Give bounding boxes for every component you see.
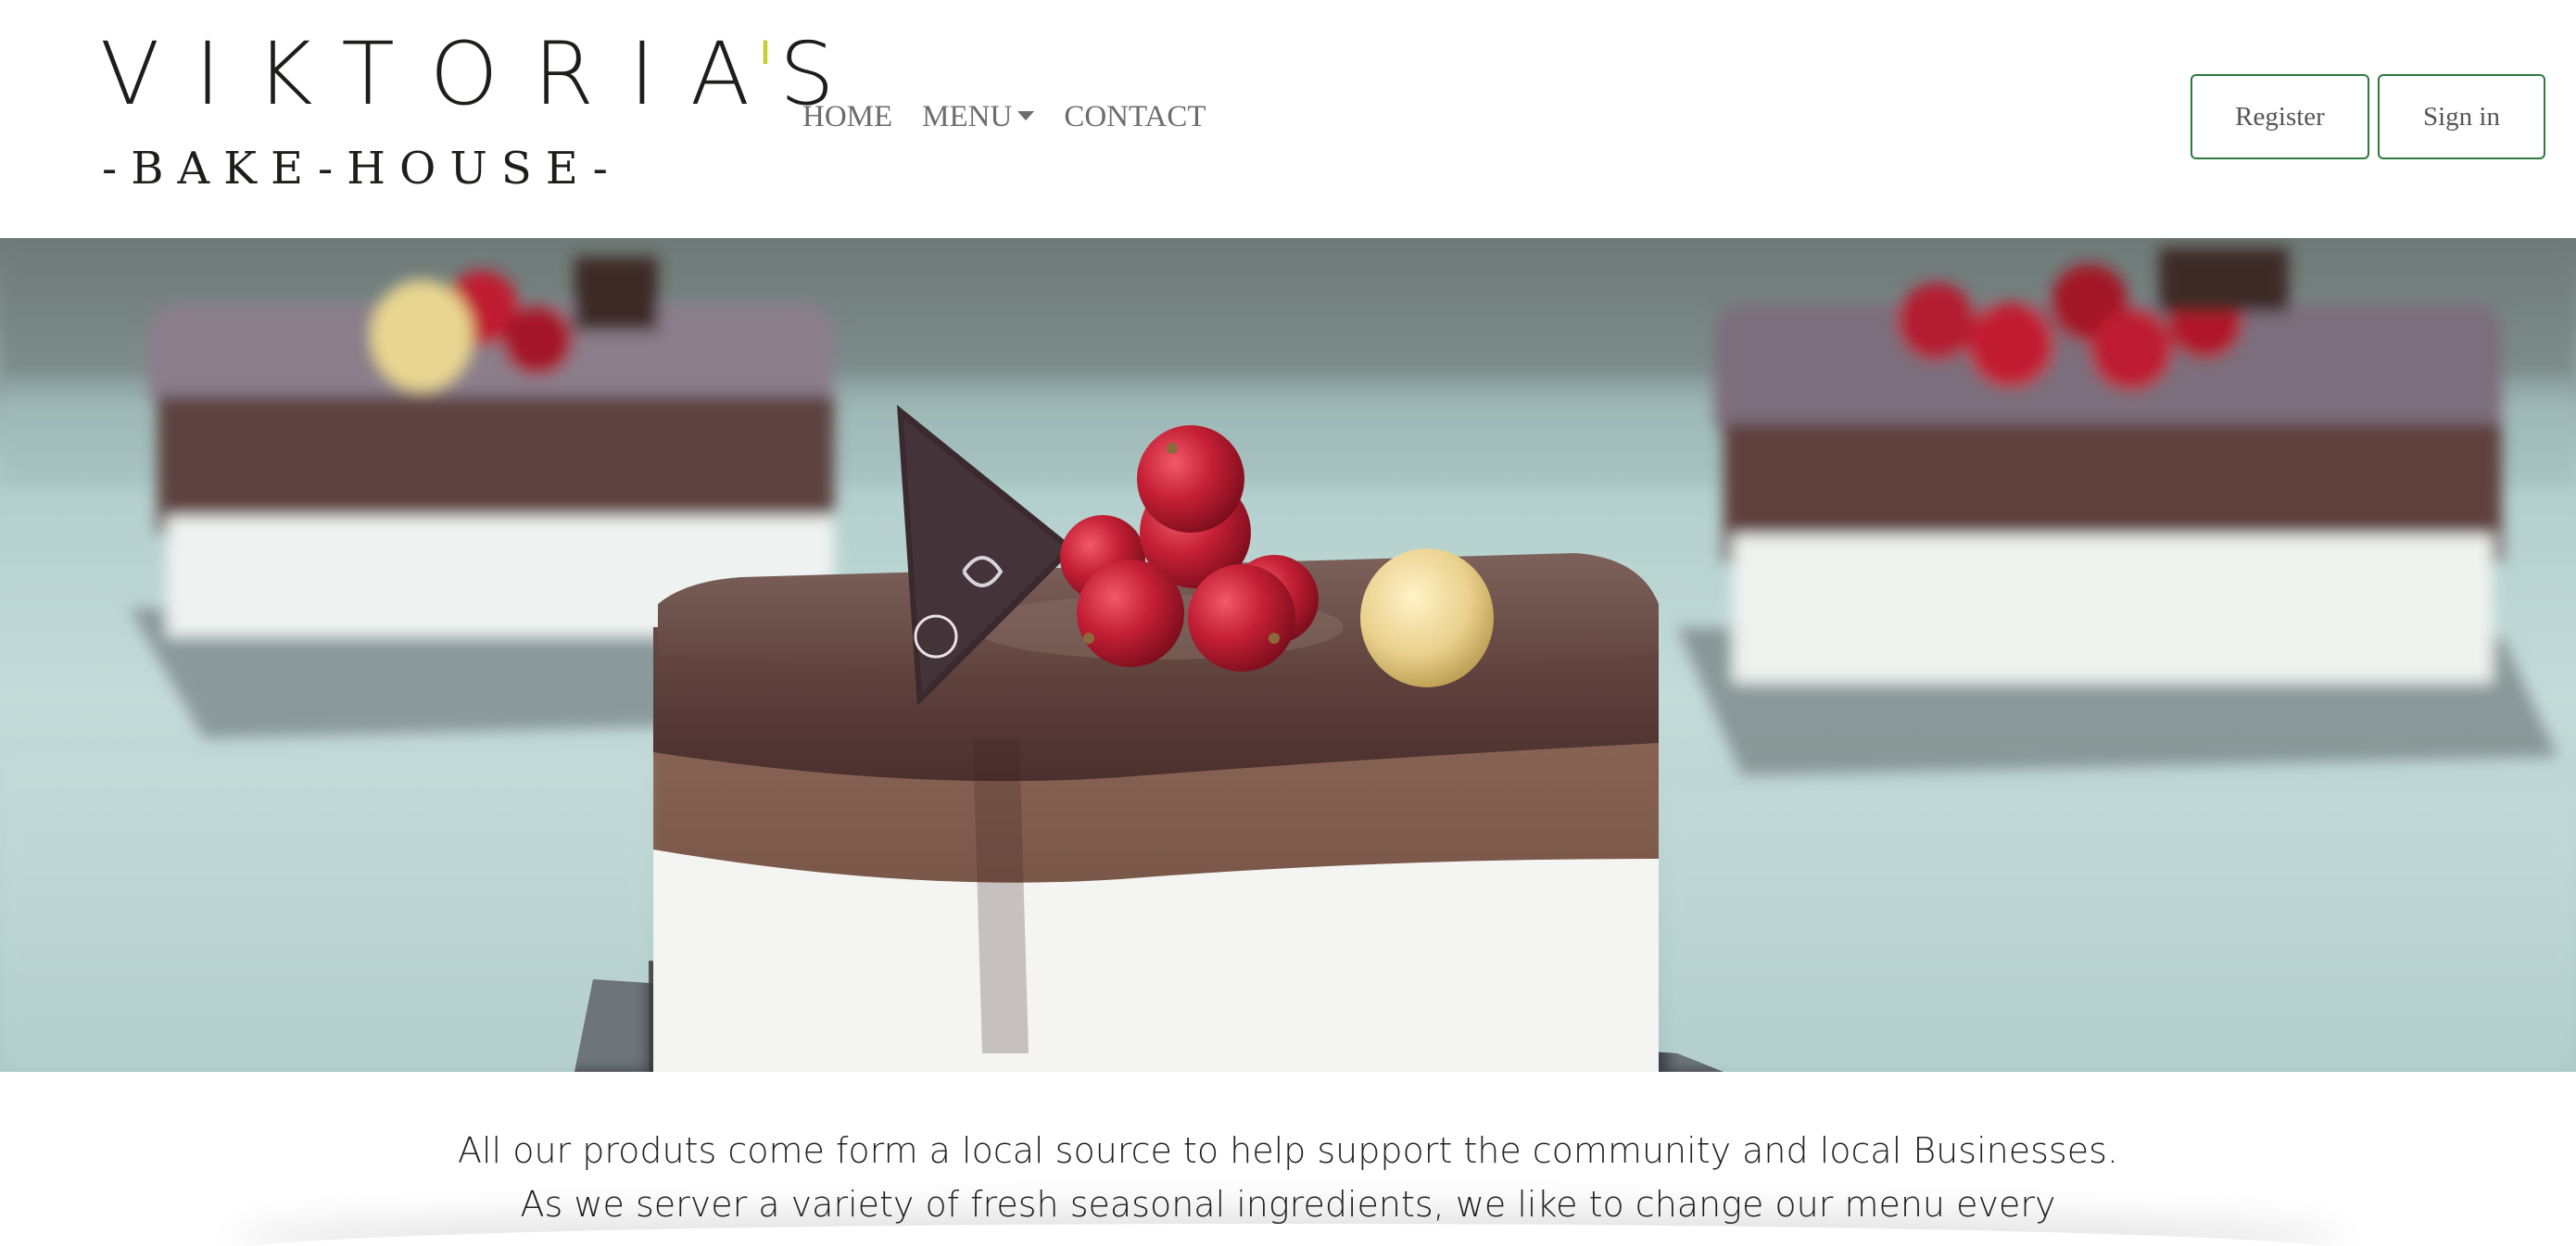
register-button[interactable]: Register	[2191, 74, 2369, 159]
nav-contact-link[interactable]: CONTACT	[1064, 100, 1206, 134]
nav-menu-label: MENU	[922, 100, 1013, 133]
brand-logo[interactable]: VIKTORIA'S -BAKE-HOUSE-	[100, 31, 835, 208]
brand-name: VIKTORIA'S	[100, 24, 870, 125]
main-nav: HOME MENU CONTACT	[802, 100, 1236, 134]
caret-down-icon	[1017, 111, 1035, 120]
hero-image	[0, 238, 2576, 1072]
cakes-photo	[0, 238, 2576, 1072]
brand-apostrophe: '	[753, 24, 777, 125]
nav-home-link[interactable]: HOME	[802, 100, 892, 134]
card-shadow	[232, 1224, 2344, 1246]
site-header: VIKTORIA'S -BAKE-HOUSE- HOME MENU CONTAC…	[0, 0, 2576, 238]
nav-menu-dropdown[interactable]: MENU	[922, 100, 1035, 134]
intro-section: All our produts come form a local source…	[0, 1072, 2576, 1246]
sign-in-button[interactable]: Sign in	[2378, 74, 2545, 159]
brand-tagline: -BAKE-HOUSE-	[102, 143, 622, 195]
intro-text-line-1: All our produts come form a local source…	[458, 1130, 2118, 1171]
intro-text-line-2: As we server a variety of fresh seasonal…	[520, 1184, 2056, 1225]
